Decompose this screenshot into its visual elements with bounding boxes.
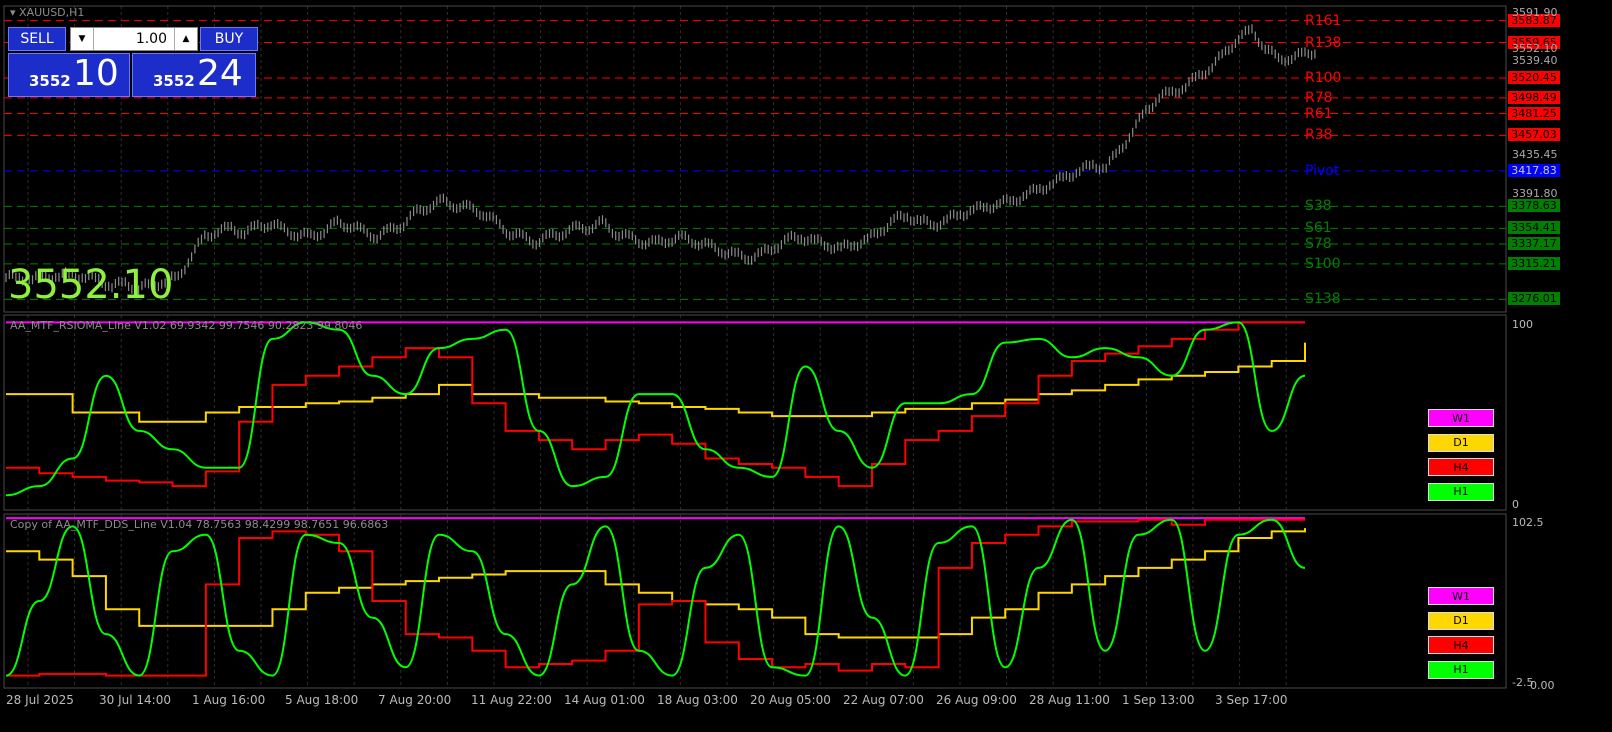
buy-button[interactable]: BUY bbox=[200, 27, 258, 51]
level-price-tag: 3276.01 bbox=[1508, 292, 1560, 306]
level-price-tag: 3337.17 bbox=[1508, 236, 1560, 250]
level-price-tag: 3378.63 bbox=[1508, 199, 1560, 213]
price-tick: 3591.90 bbox=[1512, 6, 1558, 20]
level-price-tag: 3498.49 bbox=[1508, 90, 1560, 104]
indicator1-title: AA_MTF_RSIOMA_Line V1.02 69.9342 99.7546… bbox=[10, 319, 363, 332]
level-label: R78 bbox=[1305, 89, 1333, 106]
grid bbox=[27, 6, 1287, 688]
volume-decrease-icon[interactable]: ▼ bbox=[71, 28, 94, 50]
time-label: 20 Aug 05:00 bbox=[750, 693, 831, 707]
level-label: R138 bbox=[1305, 34, 1342, 51]
time-label: 18 Aug 03:00 bbox=[657, 693, 738, 707]
level-label: S78 bbox=[1305, 235, 1332, 252]
time-label: 3 Sep 17:00 bbox=[1215, 693, 1288, 707]
legend-w1[interactable]: W1 bbox=[1428, 409, 1494, 427]
legend-h4[interactable]: H4 bbox=[1428, 636, 1494, 654]
time-label: 28 Jul 2025 bbox=[6, 693, 74, 707]
level-label: R100 bbox=[1305, 70, 1342, 87]
bid-price-small: 3552 bbox=[29, 72, 71, 90]
indicator2-scale-top: 102.5 bbox=[1512, 516, 1544, 529]
ask-price-small: 3552 bbox=[153, 72, 195, 90]
level-label: S138 bbox=[1305, 291, 1341, 308]
indicator2-scale-zero: 0.00 bbox=[1530, 679, 1555, 692]
time-label: 26 Aug 09:00 bbox=[936, 693, 1017, 707]
indicator1-lines bbox=[5, 321, 1306, 497]
legend-h4[interactable]: H4 bbox=[1428, 458, 1494, 476]
level-label: R161 bbox=[1305, 12, 1342, 29]
time-label: 1 Aug 16:00 bbox=[192, 693, 266, 707]
volume-increase-icon[interactable]: ▲ bbox=[174, 28, 197, 50]
level-label: S61 bbox=[1305, 220, 1332, 237]
sell-price-box[interactable]: 3552 10 bbox=[8, 53, 130, 97]
time-label: 28 Aug 11:00 bbox=[1029, 693, 1110, 707]
level-label: R38 bbox=[1305, 127, 1333, 144]
level-label: S38 bbox=[1305, 198, 1332, 215]
level-price-tag: 3481.25 bbox=[1508, 106, 1560, 120]
level-label: R61 bbox=[1305, 105, 1333, 122]
one-click-trading-panel: SELL ▼ 1.00 ▲ BUY 3552 10 3552 24 bbox=[8, 27, 260, 97]
indicator1-scale-top: 100 bbox=[1512, 318, 1533, 331]
panel-borders bbox=[3, 5, 1507, 689]
legend-h1[interactable]: H1 bbox=[1428, 660, 1494, 679]
price-tick: 3539.40 bbox=[1512, 53, 1558, 67]
series-h4 bbox=[6, 518, 1305, 677]
indicator2-title: Copy of AA_MTF_DDS_Line V1.04 78.7563 98… bbox=[10, 518, 389, 531]
time-label: 7 Aug 20:00 bbox=[378, 693, 452, 707]
ask-price-big: 24 bbox=[197, 53, 243, 94]
series-h1 bbox=[5, 321, 1306, 497]
legend-d1[interactable]: D1 bbox=[1428, 433, 1494, 452]
indicator2-lines bbox=[5, 517, 1306, 677]
level-price-tag: 3457.03 bbox=[1508, 128, 1560, 142]
time-label: 30 Jul 14:00 bbox=[99, 693, 171, 707]
level-label: S100 bbox=[1305, 255, 1341, 272]
level-price-tag: 3354.41 bbox=[1508, 221, 1560, 235]
buy-price-box[interactable]: 3552 24 bbox=[132, 53, 256, 97]
time-label: 5 Aug 18:00 bbox=[285, 693, 359, 707]
volume-field[interactable]: ▼ 1.00 ▲ bbox=[70, 27, 198, 51]
price-tick: 3391.80 bbox=[1512, 187, 1558, 201]
current-price-display: 3552.10 bbox=[8, 262, 174, 308]
symbol-title-text: XAUUSD,H1 bbox=[19, 6, 85, 19]
indicator1-scale-bottom: 0 bbox=[1512, 498, 1519, 511]
level-price-tag: 3520.45 bbox=[1508, 71, 1560, 85]
symbol-title: ▾ XAUUSD,H1 bbox=[10, 6, 84, 19]
series-d1 bbox=[6, 528, 1306, 639]
legend-h1[interactable]: H1 bbox=[1428, 482, 1494, 501]
time-label: 1 Sep 13:00 bbox=[1122, 693, 1195, 707]
bid-price-big: 10 bbox=[73, 53, 119, 94]
level-label: Pivot bbox=[1305, 162, 1340, 179]
level-price-tag: 3417.83 bbox=[1508, 163, 1560, 177]
legend-d1[interactable]: D1 bbox=[1428, 611, 1494, 630]
time-label: 22 Aug 07:00 bbox=[843, 693, 924, 707]
legend-w1[interactable]: W1 bbox=[1428, 587, 1494, 605]
time-label: 11 Aug 22:00 bbox=[471, 693, 552, 707]
chart-canvas[interactable] bbox=[0, 0, 1612, 732]
level-price-tag: 3315.21 bbox=[1508, 256, 1560, 270]
symbol-title-icon: ▾ bbox=[10, 6, 16, 19]
volume-value[interactable]: 1.00 bbox=[95, 28, 173, 50]
price-tick: 3435.45 bbox=[1512, 147, 1558, 161]
time-label: 14 Aug 01:00 bbox=[564, 693, 645, 707]
series-h1 bbox=[5, 518, 1306, 677]
sell-button[interactable]: SELL bbox=[8, 27, 66, 51]
